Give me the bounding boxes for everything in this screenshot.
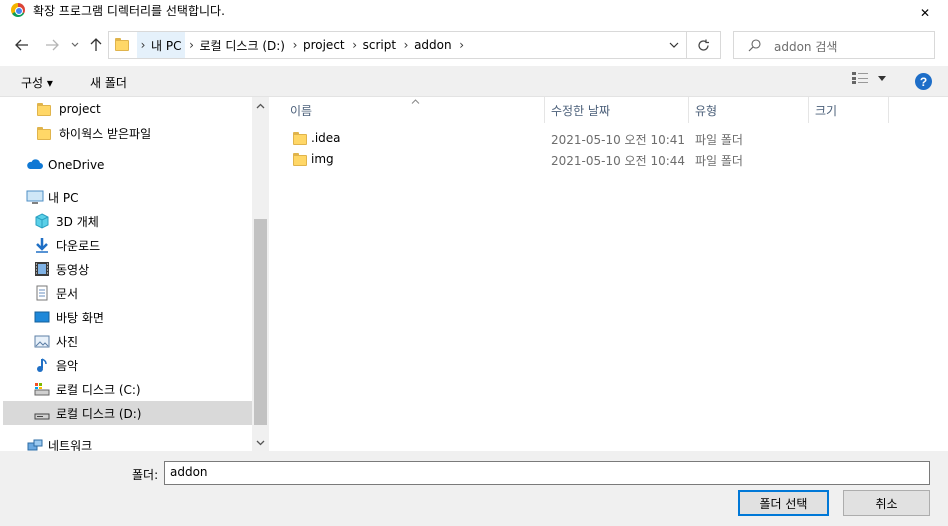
file-row[interactable]: img 2021-05-10 오전 10:44 파일 폴더	[271, 149, 948, 170]
back-button[interactable]	[12, 36, 32, 54]
file-date: 2021-05-10 오전 10:41	[551, 133, 686, 147]
title-bar: 확장 프로그램 디렉터리를 선택합니다. ✕	[0, 0, 948, 26]
cloud-icon	[26, 157, 43, 173]
drive-icon	[34, 381, 50, 397]
scrollbar-thumb[interactable]	[254, 219, 267, 425]
nav-scrollbar[interactable]	[252, 97, 269, 451]
address-bar[interactable]: › 내 PC › 로컬 디스크 (D:) › project › script …	[108, 31, 687, 59]
nav-item-network[interactable]: 네트워크	[3, 433, 252, 451]
column-divider[interactable]	[888, 97, 889, 123]
download-icon	[34, 237, 50, 253]
breadcrumb-item-addon[interactable]: › addon ›	[400, 38, 468, 52]
nav-item-drive-d[interactable]: 로컬 디스크 (D:)	[3, 401, 252, 425]
breadcrumb-item-project[interactable]: › project	[289, 38, 349, 52]
nav-item-this-pc[interactable]: 내 PC	[3, 185, 252, 209]
column-divider[interactable]	[688, 97, 689, 123]
column-header-name[interactable]: 이름	[290, 97, 312, 123]
chevron-right-icon: ›	[292, 38, 298, 52]
chevron-right-icon: ›	[459, 38, 465, 52]
scroll-down-icon[interactable]	[252, 434, 269, 451]
file-name: img	[311, 152, 334, 166]
nav-item-project[interactable]: project	[3, 97, 252, 121]
folder-name-input[interactable]: addon	[164, 461, 930, 485]
cube-icon	[34, 213, 50, 229]
chevron-right-icon: ›	[140, 38, 146, 52]
column-divider[interactable]	[808, 97, 809, 123]
video-icon	[34, 261, 50, 277]
nav-item-music[interactable]: 음악	[3, 353, 252, 377]
help-button[interactable]: ?	[915, 73, 932, 90]
recent-locations-button[interactable]	[68, 36, 82, 54]
view-details-icon	[852, 72, 868, 84]
arrow-up-icon	[90, 38, 102, 51]
nav-item-3d-objects[interactable]: 3D 개체	[3, 209, 252, 233]
folder-icon	[37, 125, 53, 141]
folder-label: 폴더:	[132, 468, 159, 482]
breadcrumb-item-drive[interactable]: › 로컬 디스크 (D:)	[185, 37, 288, 54]
file-type: 파일 폴더	[695, 154, 743, 168]
arrow-right-icon	[46, 39, 59, 51]
chevron-down-icon	[669, 42, 679, 48]
select-folder-button[interactable]: 폴더 선택	[738, 490, 829, 516]
music-icon	[34, 357, 50, 373]
close-button[interactable]: ✕	[902, 0, 948, 26]
drive-icon	[34, 405, 50, 421]
close-icon: ✕	[919, 6, 931, 20]
window-title: 확장 프로그램 디렉터리를 선택합니다.	[33, 4, 225, 18]
breadcrumb-item-pc[interactable]: › 내 PC	[137, 32, 186, 58]
folder-icon	[293, 132, 307, 145]
nav-item-desktop[interactable]: 바탕 화면	[3, 305, 252, 329]
breadcrumb: › 내 PC › 로컬 디스크 (D:) › project › script …	[137, 32, 468, 58]
chrome-icon	[11, 3, 25, 17]
computer-icon	[26, 189, 44, 205]
network-icon	[26, 437, 43, 451]
file-list: 이름 수정한 날짜 유형 크기 .idea 2021-05-10 오전 10:4…	[271, 97, 948, 451]
footer-panel: 폴더: addon 폴더 선택 취소	[0, 451, 948, 526]
organize-button[interactable]: 구성 ▾	[21, 74, 53, 91]
file-name: .idea	[311, 131, 341, 145]
nav-item-downloads[interactable]: 다운로드	[3, 233, 252, 257]
chevron-down-icon	[878, 75, 886, 81]
column-header-type[interactable]: 유형	[695, 97, 717, 123]
view-options-button[interactable]	[852, 72, 886, 84]
nav-item-pictures[interactable]: 사진	[3, 329, 252, 353]
refresh-button[interactable]	[687, 31, 721, 59]
column-header-date[interactable]: 수정한 날짜	[551, 97, 610, 123]
chevron-right-icon: ›	[403, 38, 409, 52]
folder-icon	[115, 38, 129, 51]
folder-icon	[37, 101, 53, 117]
chevron-right-icon: ›	[352, 38, 358, 52]
column-header-size[interactable]: 크기	[815, 97, 837, 123]
arrow-left-icon	[15, 39, 28, 51]
file-type: 파일 폴더	[695, 133, 743, 147]
search-placeholder: addon 검색	[774, 40, 838, 54]
folder-icon	[293, 153, 307, 166]
navigation-pane: project 하이웍스 받은파일 OneDrive 내 PC 3D 개체 다운…	[0, 97, 270, 451]
chevron-down-icon	[71, 42, 79, 47]
search-input[interactable]: addon 검색	[733, 31, 935, 59]
up-button[interactable]	[87, 36, 105, 54]
nav-item-documents[interactable]: 문서	[3, 281, 252, 305]
file-row[interactable]: .idea 2021-05-10 오전 10:41 파일 폴더	[271, 128, 948, 149]
search-icon	[748, 39, 761, 52]
nav-item-hiworks[interactable]: 하이웍스 받은파일	[3, 121, 252, 145]
scroll-up-icon[interactable]	[252, 97, 269, 114]
forward-button[interactable]	[42, 36, 62, 54]
column-divider[interactable]	[544, 97, 545, 123]
cancel-button[interactable]: 취소	[843, 490, 930, 516]
new-folder-button[interactable]: 새 폴더	[90, 74, 127, 91]
sort-ascending-icon	[411, 97, 420, 107]
file-date: 2021-05-10 오전 10:44	[551, 154, 686, 168]
desktop-icon	[34, 309, 50, 325]
command-bar: 구성 ▾ 새 폴더	[0, 66, 948, 97]
refresh-icon	[698, 39, 709, 51]
breadcrumb-item-script[interactable]: › script	[349, 38, 400, 52]
chevron-right-icon: ›	[189, 38, 194, 52]
nav-item-drive-c[interactable]: 로컬 디스크 (C:)	[3, 377, 252, 401]
document-icon	[34, 285, 50, 301]
address-dropdown-button[interactable]	[662, 32, 686, 58]
nav-item-videos[interactable]: 동영상	[3, 257, 252, 281]
pictures-icon	[34, 333, 50, 349]
nav-item-onedrive[interactable]: OneDrive	[3, 153, 252, 177]
